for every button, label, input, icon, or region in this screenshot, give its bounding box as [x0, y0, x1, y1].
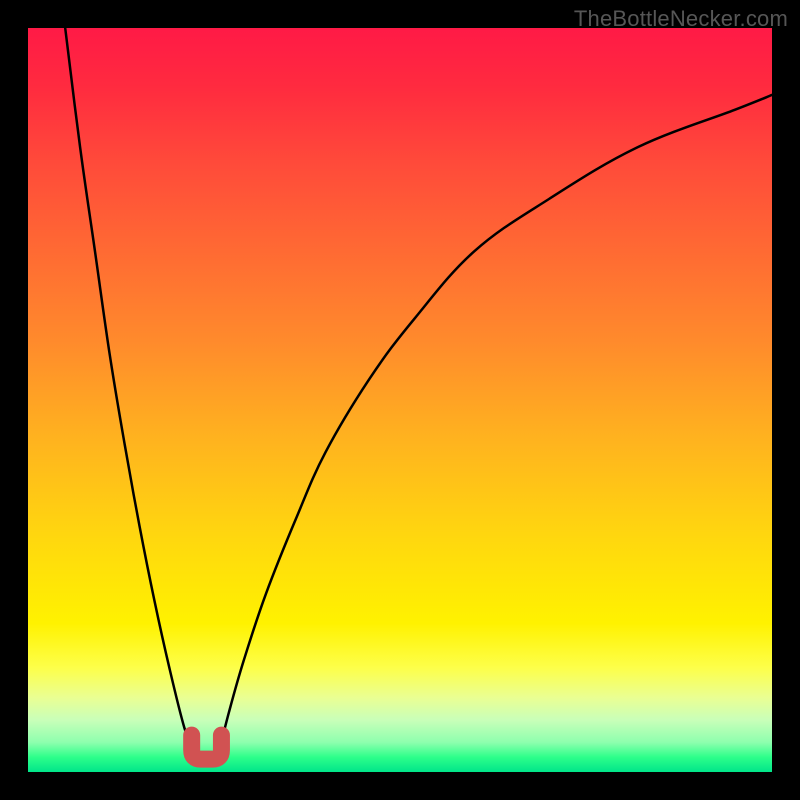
valley-u-marker: [192, 735, 222, 759]
watermark-text: TheBottleNecker.com: [574, 6, 788, 32]
chart-valley-marker: [192, 735, 222, 759]
curve-left-curve: [65, 28, 195, 757]
chart-curves: [65, 28, 772, 757]
chart-plot-area: [28, 28, 772, 772]
chart-svg: [28, 28, 772, 772]
curve-right-curve: [218, 95, 772, 757]
